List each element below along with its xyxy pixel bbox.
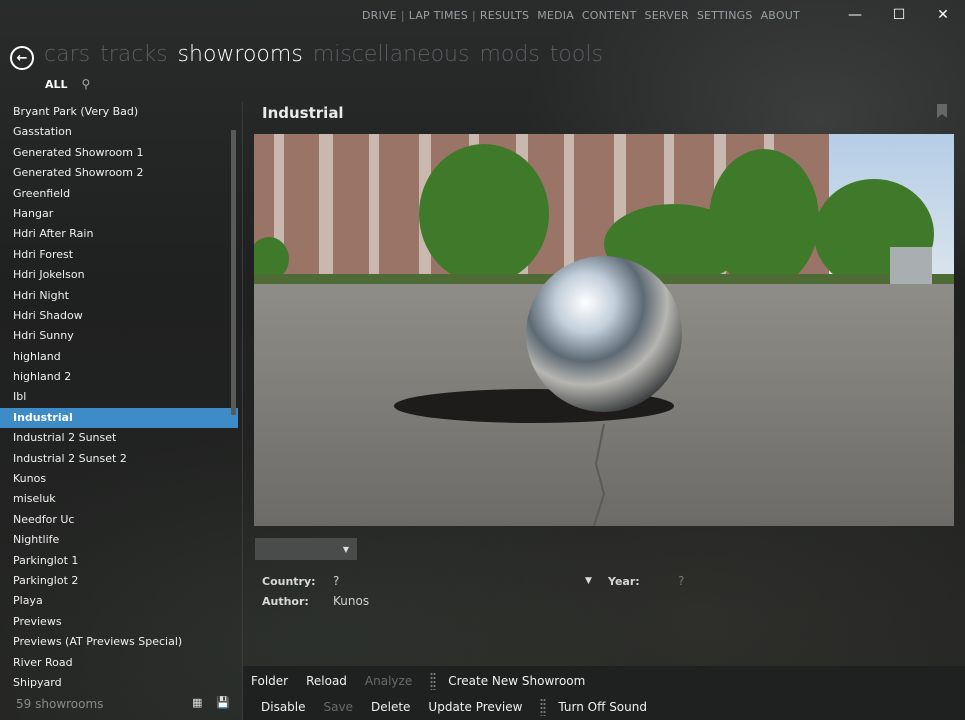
- list-scrollbar[interactable]: [231, 130, 236, 415]
- bottom-toolbar: Folder Reload Analyze Create New Showroo…: [243, 666, 965, 720]
- list-buttons: ▦ 💾: [192, 696, 230, 709]
- showroom-preview-image: [254, 134, 954, 526]
- showroom-list-item[interactable]: Ibl: [0, 387, 238, 407]
- showroom-list-item[interactable]: Previews (AT Previews Special): [0, 632, 238, 652]
- preview-scene: [254, 134, 954, 526]
- showroom-list-item[interactable]: Generated Showroom 1: [0, 143, 238, 163]
- showroom-title: Industrial: [262, 104, 344, 122]
- showroom-list-item[interactable]: Kunos: [0, 469, 238, 489]
- nav-miscellaneous[interactable]: miscellaneous: [313, 42, 470, 67]
- showroom-list: Bryant Park (Very Bad) Gasstation Generate…: [0, 102, 238, 690]
- save-list-icon[interactable]: 💾: [216, 696, 230, 709]
- back-arrow-icon[interactable]: ←: [10, 46, 34, 70]
- country-value[interactable]: ?: [333, 574, 339, 588]
- nav-mods[interactable]: mods: [479, 42, 539, 67]
- country-dropdown-icon[interactable]: ▼: [585, 576, 592, 586]
- menu-lap-times[interactable]: LAP TIMES: [405, 9, 472, 22]
- showroom-list-item[interactable]: Previews: [0, 612, 238, 632]
- chevron-down-icon: ▼: [342, 544, 349, 554]
- showroom-list-item[interactable]: Industrial: [0, 407, 238, 429]
- close-icon[interactable]: ✕: [921, 0, 965, 30]
- nav-tools[interactable]: tools: [550, 42, 603, 67]
- create-new-showroom-button[interactable]: Create New Showroom: [448, 674, 585, 688]
- showroom-list-item[interactable]: Hdri Shadow: [0, 306, 238, 326]
- showroom-list-item[interactable]: Needfor Uc: [0, 510, 238, 530]
- showroom-list-item[interactable]: Shipyard: [0, 673, 238, 690]
- showroom-list-item[interactable]: Hdri Sunny: [0, 326, 238, 346]
- panel-divider: [242, 102, 243, 720]
- window-controls: — ☐ ✕: [833, 0, 965, 30]
- showroom-list-item[interactable]: Parkinglot 2: [0, 571, 238, 591]
- showroom-list-item[interactable]: Nightlife: [0, 530, 238, 550]
- menu-about[interactable]: ABOUT: [757, 9, 804, 22]
- showroom-dropdown[interactable]: ▼: [255, 538, 357, 560]
- menu-drive[interactable]: DRIVE: [358, 9, 401, 22]
- menu-settings[interactable]: SETTINGS: [693, 9, 757, 22]
- folder-button[interactable]: Folder: [251, 674, 288, 688]
- disable-button[interactable]: Disable: [261, 700, 306, 714]
- year-value[interactable]: ?: [678, 574, 684, 588]
- menu-media[interactable]: MEDIA: [533, 9, 578, 22]
- toolbar-grip: [540, 698, 547, 716]
- reload-button[interactable]: Reload: [306, 674, 347, 688]
- minimize-icon[interactable]: —: [833, 0, 877, 30]
- showroom-list-item[interactable]: Industrial 2 Sunset: [0, 428, 238, 448]
- showroom-list-item[interactable]: Playa: [0, 591, 238, 611]
- showroom-list-item[interactable]: Industrial 2 Sunset 2: [0, 449, 238, 469]
- turn-off-sound-button[interactable]: Turn Off Sound: [558, 700, 647, 714]
- nav-cars[interactable]: cars: [44, 42, 90, 67]
- showroom-list-item[interactable]: Hdri Forest: [0, 245, 238, 265]
- update-preview-button[interactable]: Update Preview: [428, 700, 522, 714]
- showroom-list-item[interactable]: Hangar: [0, 204, 238, 224]
- toolbar-row-1: Folder Reload Analyze Create New Showroo…: [251, 672, 603, 690]
- save-button[interactable]: Save: [324, 700, 353, 714]
- author-label: Author:: [262, 595, 309, 608]
- author-value[interactable]: Kunos: [333, 594, 369, 608]
- year-label: Year:: [608, 575, 640, 588]
- showroom-list-item[interactable]: highland 2: [0, 367, 238, 387]
- toolbar-row-2: Disable Save Delete Update Preview Turn …: [261, 698, 665, 716]
- menu-server[interactable]: SERVER: [641, 9, 693, 22]
- showroom-list-item[interactable]: Bryant Park (Very Bad): [0, 102, 238, 122]
- showroom-list-item[interactable]: Hdri After Rain: [0, 224, 238, 244]
- showroom-list-item[interactable]: Hdri Night: [0, 286, 238, 306]
- showroom-list-item[interactable]: Hdri Jokelson: [0, 265, 238, 285]
- maximize-icon[interactable]: ☐: [877, 0, 921, 30]
- menu-content[interactable]: CONTENT: [578, 9, 641, 22]
- showroom-list-item[interactable]: miseluk: [0, 489, 238, 509]
- search-icon[interactable]: ⚲: [82, 77, 91, 91]
- country-label: Country:: [262, 575, 316, 588]
- filter-all-tab[interactable]: ALL: [45, 78, 68, 91]
- showroom-count: 59 showrooms: [16, 697, 104, 711]
- showroom-list-item[interactable]: Greenfield: [0, 184, 238, 204]
- analyze-button[interactable]: Analyze: [365, 674, 412, 688]
- toolbar-grip: [430, 672, 437, 690]
- menu-results[interactable]: RESULTS: [476, 9, 533, 22]
- showroom-list-item[interactable]: Parkinglot 1: [0, 551, 238, 571]
- sub-nav: ALL ⚲: [45, 77, 90, 91]
- showroom-list-item[interactable]: highland: [0, 347, 238, 367]
- showroom-list-item[interactable]: Gasstation: [0, 122, 238, 142]
- showroom-list-item[interactable]: River Road: [0, 653, 238, 673]
- main-nav: cars tracks showrooms miscellaneous mods…: [44, 42, 603, 67]
- nav-tracks[interactable]: tracks: [100, 42, 167, 67]
- showroom-list-item[interactable]: Generated Showroom 2: [0, 163, 238, 183]
- grid-view-icon[interactable]: ▦: [192, 696, 202, 709]
- delete-button[interactable]: Delete: [371, 700, 410, 714]
- top-menu: DRIVE | LAP TIMES | RESULTS MEDIA CONTENT …: [358, 9, 804, 22]
- nav-showrooms[interactable]: showrooms: [178, 42, 303, 67]
